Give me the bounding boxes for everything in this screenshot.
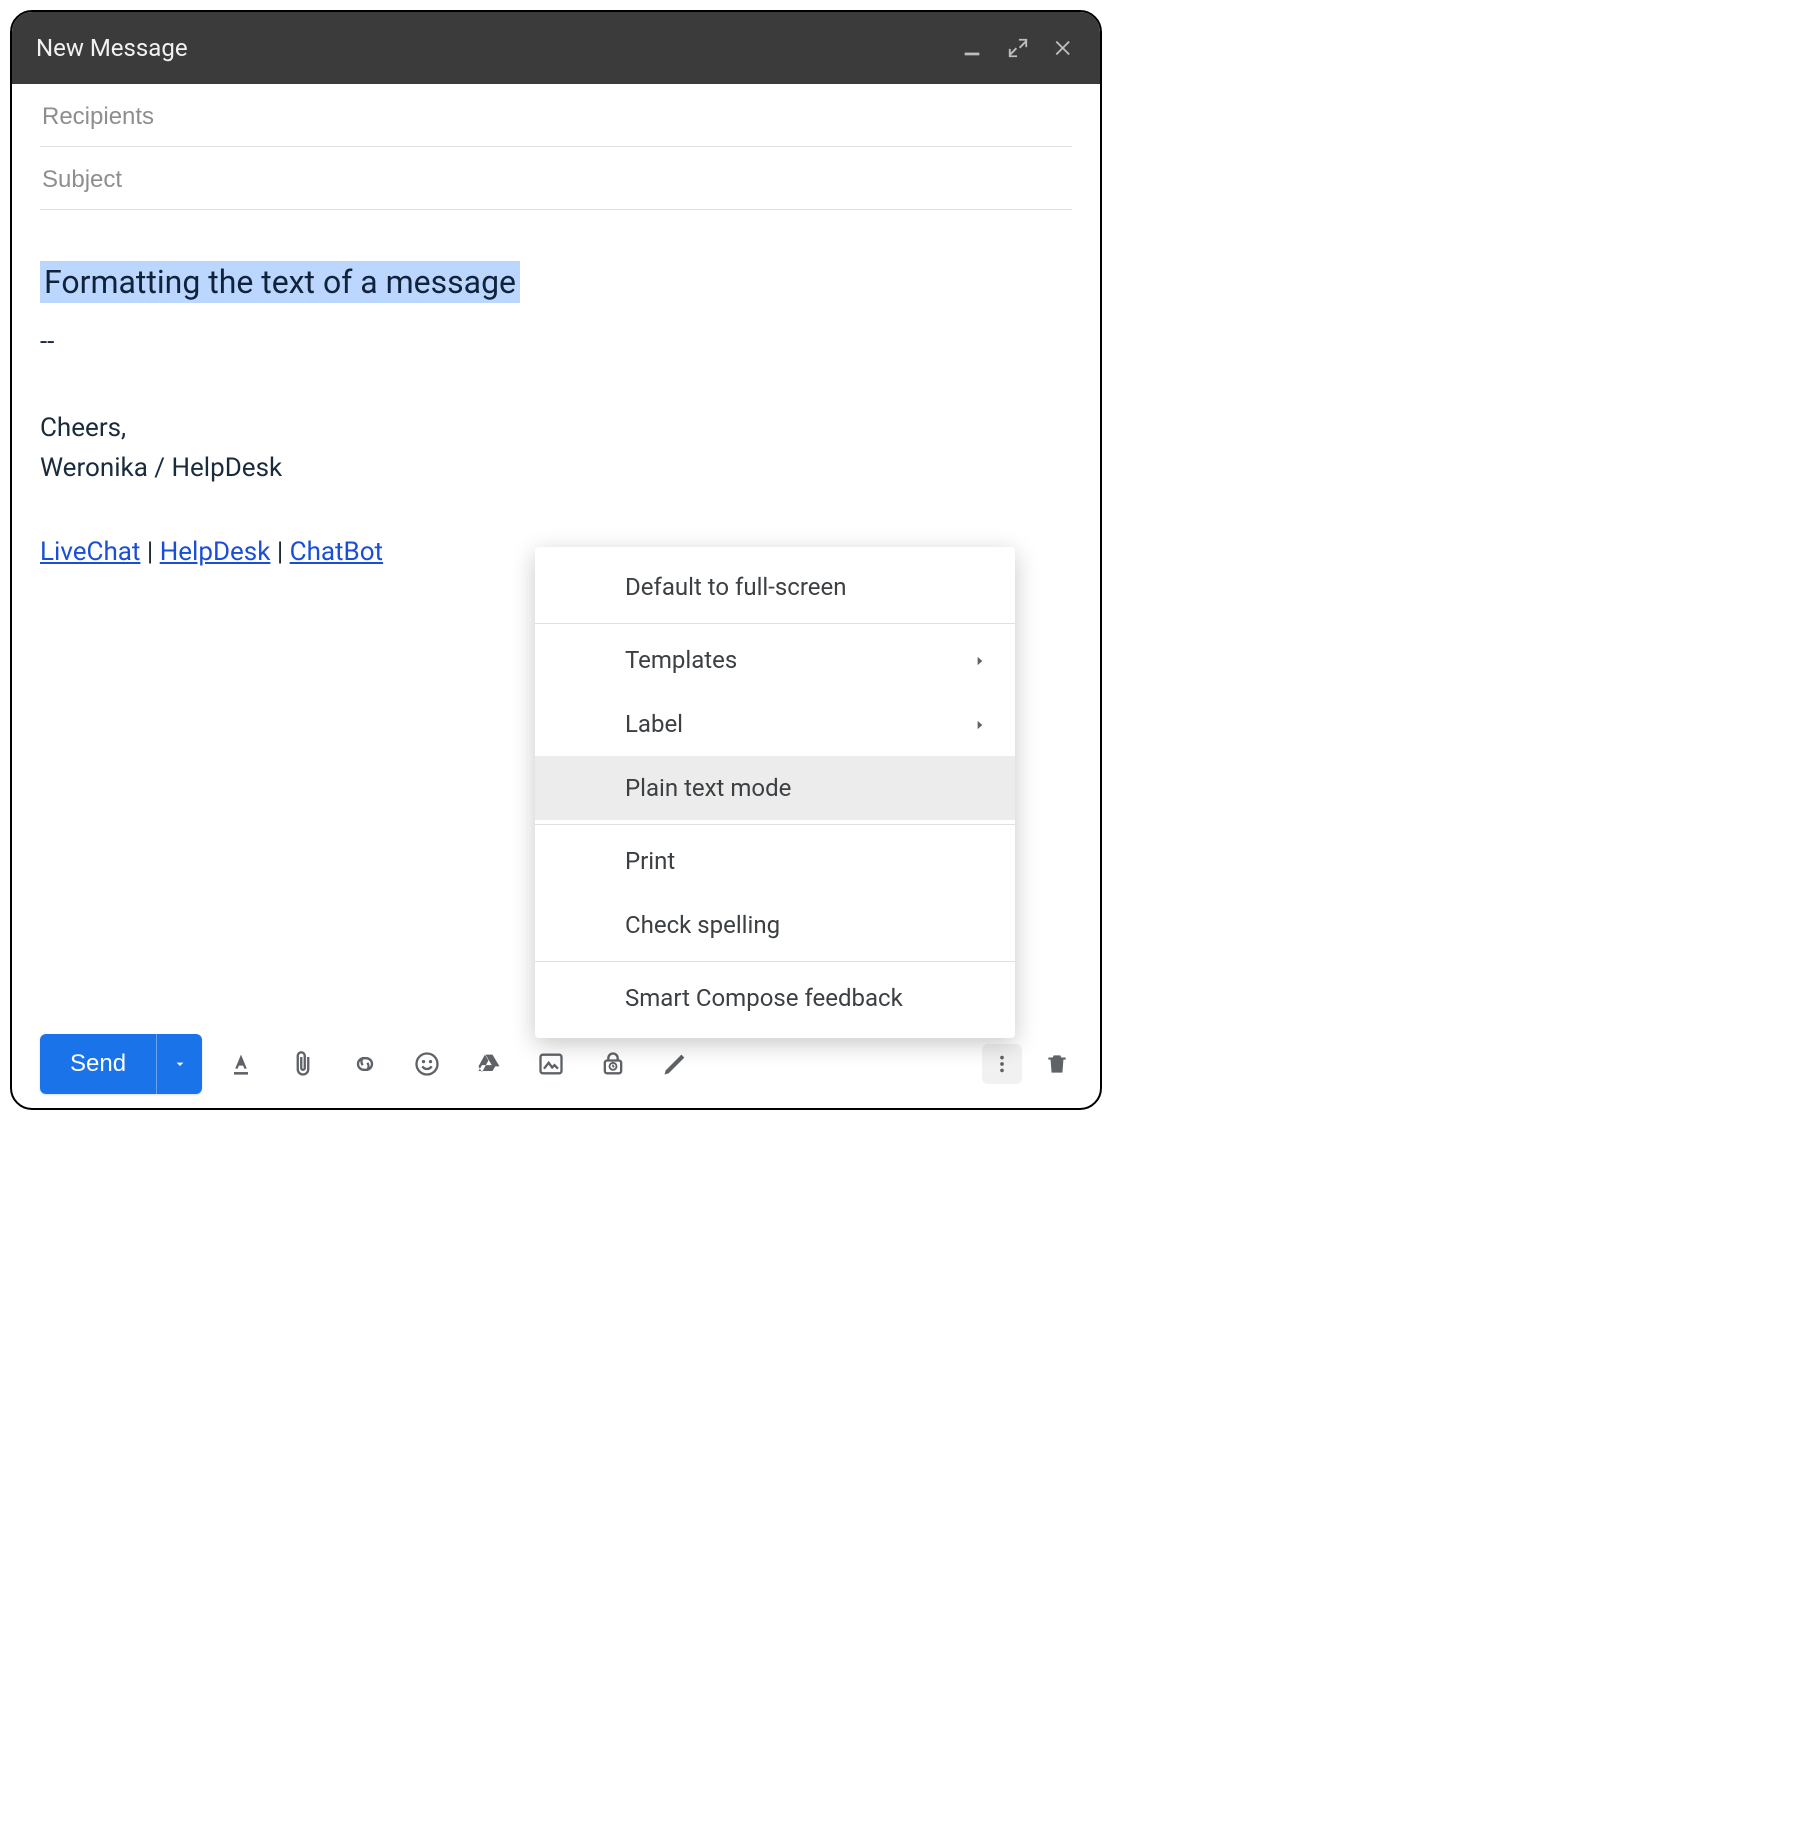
signature-cheers: Cheers, [40,408,1072,448]
menu-templates[interactable]: Templates [535,628,1015,692]
text-format-icon [227,1050,255,1078]
chevron-right-icon [973,646,987,674]
menu-separator [535,623,1015,624]
menu-item-label: Smart Compose feedback [625,984,903,1012]
recipients-input[interactable] [40,102,1072,132]
insert-link-button[interactable] [350,1049,380,1079]
link-livechat[interactable]: LiveChat [40,537,140,567]
attach-file-button[interactable] [288,1049,318,1079]
close-button[interactable] [1052,36,1076,60]
menu-print[interactable]: Print [535,829,1015,893]
close-icon [1053,37,1075,59]
selected-text: Formatting the text of a message [40,261,520,303]
chevron-down-icon [172,1056,188,1072]
discard-draft-button[interactable] [1042,1049,1072,1079]
formatting-tools [226,1049,958,1079]
link-sep: | [140,537,159,567]
window-title: New Message [36,34,188,62]
compose-toolbar: Send [12,1034,1100,1094]
insert-image-button[interactable] [536,1049,566,1079]
expand-icon [1007,37,1029,59]
link-sep: | [270,537,289,567]
menu-smart-compose[interactable]: Smart Compose feedback [535,966,1015,1030]
compose-window: New Message Formatting the text of a mes… [10,10,1102,1110]
message-body[interactable]: Formatting the text of a message -- Chee… [12,210,1100,573]
fullscreen-button[interactable] [1006,36,1030,60]
send-group: Send [40,1034,202,1094]
menu-separator [535,961,1015,962]
signature-name: Weronika / HelpDesk [40,448,1072,488]
menu-item-label: Plain text mode [625,774,791,802]
trash-icon [1044,1051,1070,1077]
menu-default-fullscreen[interactable]: Default to full-screen [535,555,1015,619]
minimize-icon [961,37,983,59]
insert-drive-button[interactable] [474,1049,504,1079]
more-vertical-icon [991,1053,1013,1075]
send-options-button[interactable] [156,1034,202,1094]
more-options-button[interactable] [982,1044,1022,1084]
menu-separator [535,824,1015,825]
signature-separator: -- [40,322,1072,362]
paperclip-icon [289,1050,317,1078]
link-icon [351,1050,379,1078]
insert-signature-button[interactable] [660,1049,690,1079]
menu-item-label: Default to full-screen [625,573,846,601]
subject-input[interactable] [40,165,1072,195]
menu-item-label: Print [625,847,675,875]
header-fields [12,84,1100,210]
subject-row [40,147,1072,210]
recipients-row [40,84,1072,147]
menu-item-label: Templates [625,646,737,674]
menu-item-label: Check spelling [625,911,780,939]
confidential-mode-button[interactable] [598,1049,628,1079]
insert-emoji-button[interactable] [412,1049,442,1079]
chevron-right-icon [973,710,987,738]
minimize-button[interactable] [960,36,984,60]
emoji-icon [413,1050,441,1078]
more-options-menu: Default to full-screen Templates Label P… [535,547,1015,1038]
lock-clock-icon [599,1050,627,1078]
menu-item-label: Label [625,710,683,738]
text-format-button[interactable] [226,1049,256,1079]
link-helpdesk[interactable]: HelpDesk [160,537,271,567]
image-icon [537,1050,565,1078]
titlebar: New Message [12,12,1100,84]
toolbar-right [982,1044,1072,1084]
send-button[interactable]: Send [40,1034,156,1094]
drive-icon [475,1050,503,1078]
link-chatbot[interactable]: ChatBot [290,537,383,567]
menu-label[interactable]: Label [535,692,1015,756]
menu-plain-text[interactable]: Plain text mode [535,756,1015,820]
pen-icon [661,1050,689,1078]
menu-check-spelling[interactable]: Check spelling [535,893,1015,957]
window-controls [960,36,1076,60]
signature-block: Cheers, Weronika / HelpDesk [40,408,1072,489]
